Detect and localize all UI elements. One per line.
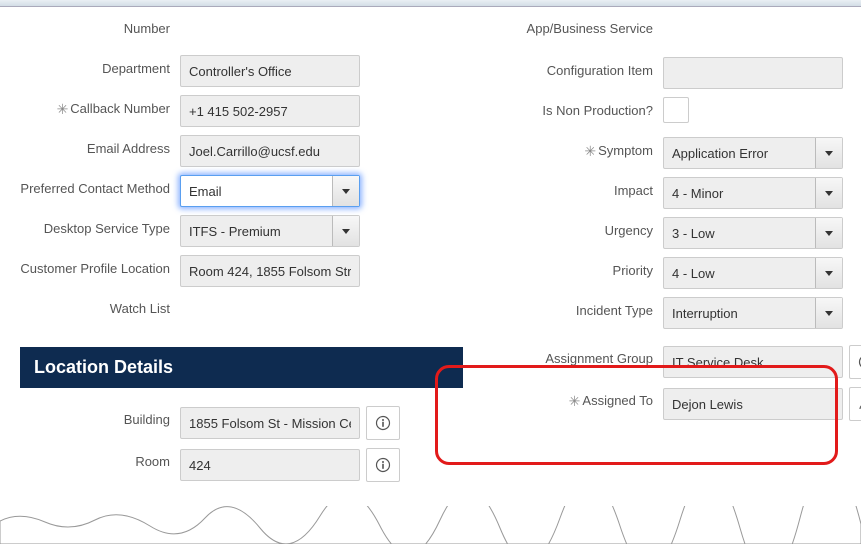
incident-type-select[interactable] — [663, 297, 843, 329]
row-watch-list: Watch List — [20, 295, 463, 327]
label-callback-text: Callback Number — [70, 101, 170, 116]
label-incident-type: Incident Type — [503, 297, 663, 319]
label-building: Building — [20, 406, 180, 428]
location-details-header: Location Details — [20, 347, 463, 388]
row-email: Email Address — [20, 135, 463, 167]
row-assigned-to: ✳Assigned To — [503, 387, 861, 421]
impact-select[interactable] — [663, 177, 843, 209]
assign-to-me-icon[interactable] — [849, 387, 861, 421]
label-assigned-to-text: Assigned To — [582, 393, 653, 408]
label-customer-profile: Customer Profile Location — [20, 255, 180, 277]
callback-number-field[interactable] — [180, 95, 360, 127]
label-callback: ✳Callback Number — [20, 95, 180, 118]
email-address-field[interactable] — [180, 135, 360, 167]
label-urgency: Urgency — [503, 217, 663, 239]
configuration-item-field[interactable] — [663, 57, 843, 89]
urgency-select[interactable] — [663, 217, 843, 249]
incident-form-page: Number Department ✳Callback Number Email… — [0, 0, 861, 544]
row-priority: Priority — [503, 257, 861, 289]
label-assigned-to: ✳Assigned To — [503, 387, 663, 410]
torn-paper-edge — [0, 506, 861, 544]
row-config-item: Configuration Item — [503, 57, 861, 89]
row-is-nonprod: Is Non Production? — [503, 97, 861, 129]
is-non-production-checkbox[interactable] — [663, 97, 689, 123]
row-urgency: Urgency — [503, 217, 861, 249]
label-symptom-text: Symptom — [598, 143, 653, 158]
left-column: Number Department ✳Callback Number Email… — [20, 7, 463, 490]
row-department: Department — [20, 55, 463, 87]
symptom-select[interactable] — [663, 137, 843, 169]
building-field[interactable] — [180, 407, 360, 439]
label-app-service: App/Business Service — [503, 15, 663, 37]
assignment-group-field[interactable] — [663, 346, 843, 378]
row-number: Number — [20, 15, 463, 47]
label-room: Room — [20, 448, 180, 470]
window-top-bar — [0, 0, 861, 7]
label-impact: Impact — [503, 177, 663, 199]
label-number: Number — [20, 15, 180, 37]
row-assignment-group: Assignment Group — [503, 345, 861, 379]
label-email: Email Address — [20, 135, 180, 157]
row-customer-profile: Customer Profile Location — [20, 255, 463, 287]
label-is-nonprod: Is Non Production? — [503, 97, 663, 119]
row-desktop-service: Desktop Service Type — [20, 215, 463, 247]
customer-profile-location-field[interactable] — [180, 255, 360, 287]
priority-select[interactable] — [663, 257, 843, 289]
preferred-contact-method-select[interactable] — [180, 175, 360, 207]
row-building: Building — [20, 406, 463, 440]
right-column: App/Business Service Configuration Item … — [503, 7, 861, 490]
info-icon[interactable] — [366, 406, 400, 440]
row-callback: ✳Callback Number — [20, 95, 463, 127]
desktop-service-type-select[interactable] — [180, 215, 360, 247]
row-incident-type: Incident Type — [503, 297, 861, 329]
label-symptom: ✳Symptom — [503, 137, 663, 160]
info-icon[interactable] — [366, 448, 400, 482]
label-priority: Priority — [503, 257, 663, 279]
label-desktop-service: Desktop Service Type — [20, 215, 180, 237]
label-department: Department — [20, 55, 180, 77]
label-config-item: Configuration Item — [503, 57, 663, 79]
label-assignment-group: Assignment Group — [503, 345, 663, 367]
department-field[interactable] — [180, 55, 360, 87]
row-impact: Impact — [503, 177, 861, 209]
row-room: Room — [20, 448, 463, 482]
label-watch-list: Watch List — [20, 295, 180, 317]
info-icon[interactable] — [849, 345, 861, 379]
row-contact-method: Preferred Contact Method — [20, 175, 463, 207]
assigned-to-field[interactable] — [663, 388, 843, 420]
label-contact-method: Preferred Contact Method — [20, 175, 180, 197]
room-field[interactable] — [180, 449, 360, 481]
row-app-service: App/Business Service — [503, 15, 861, 49]
row-symptom: ✳Symptom — [503, 137, 861, 169]
